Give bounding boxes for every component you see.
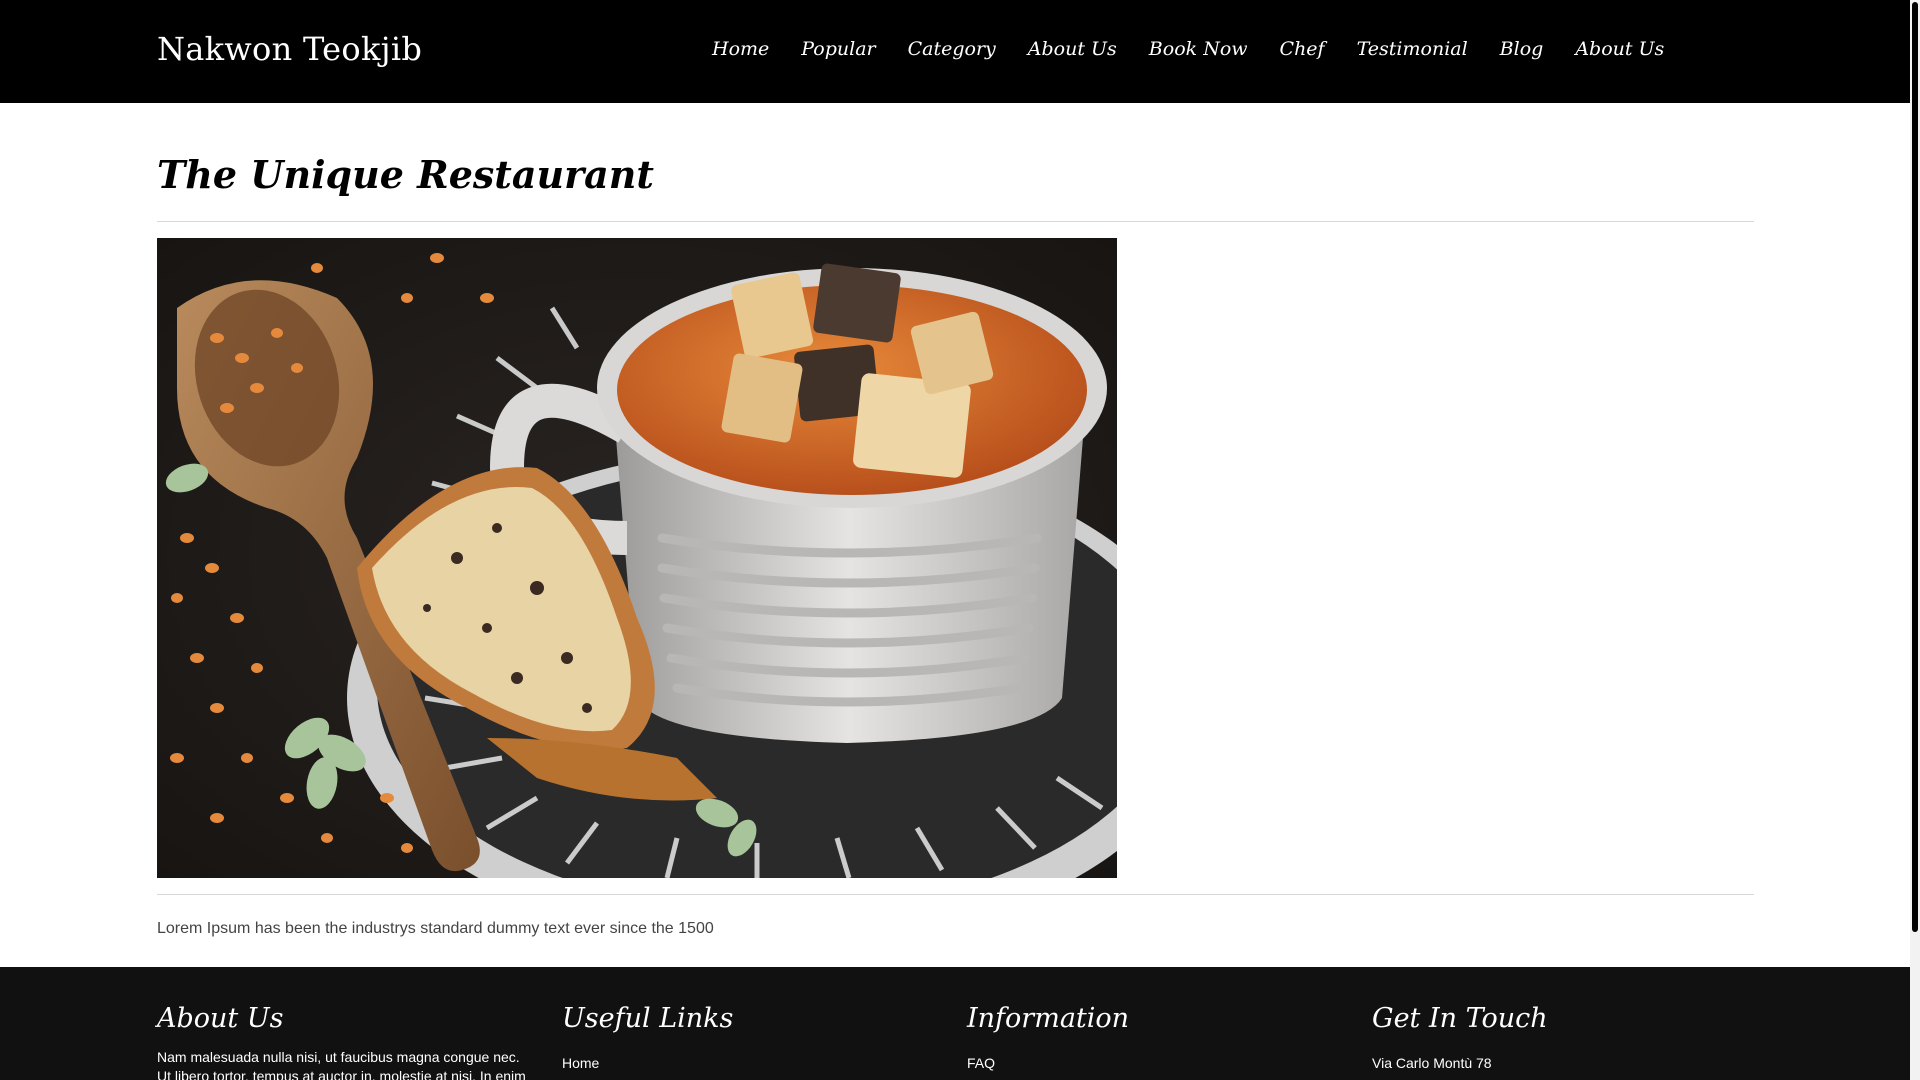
divider: [157, 894, 1754, 895]
footer-contact-title: Get In Touch: [1372, 1003, 1548, 1034]
footer-contact: Get In Touch Via Carlo Montù 78: [1372, 1003, 1752, 1073]
footer-info-title: Information: [967, 1003, 1130, 1034]
nav-category[interactable]: Category: [892, 38, 1012, 60]
nav-home[interactable]: Home: [696, 38, 785, 60]
nav-about-us[interactable]: About Us: [1012, 38, 1133, 60]
nav-about-us-2[interactable]: About Us: [1559, 38, 1680, 60]
footer-about-text: Nam malesuada nulla nisi, ut faucibus ma…: [157, 1049, 526, 1080]
nav-blog[interactable]: Blog: [1484, 38, 1560, 60]
footer-link-faq[interactable]: FAQ: [967, 1054, 1347, 1073]
footer-links-title: Useful Links: [562, 1003, 734, 1034]
scrollbar-thumb[interactable]: [1912, 2, 1918, 932]
footer-about: About Us Nam malesuada nulla nisi, ut fa…: [157, 1003, 537, 1080]
nav-chef[interactable]: Chef: [1264, 38, 1341, 60]
nav-testimonial[interactable]: Testimonial: [1341, 38, 1484, 60]
footer-links: Useful Links Home: [562, 1003, 942, 1073]
hero-image: [157, 238, 1117, 878]
footer-about-title: About Us: [157, 1003, 284, 1034]
nav-book-now[interactable]: Book Now: [1133, 38, 1264, 60]
footer-contact-address: Via Carlo Montù 78: [1372, 1055, 1492, 1071]
page-scrollbar[interactable]: [1910, 0, 1920, 1080]
footer-info: Information FAQ: [967, 1003, 1347, 1073]
nav-popular[interactable]: Popular: [785, 38, 891, 60]
main-nav: Home Popular Category About Us Book Now …: [696, 38, 1680, 60]
page-title: The Unique Restaurant: [157, 152, 654, 197]
description-text: Lorem Ipsum has been the industrys stand…: [157, 920, 714, 937]
brand-logo[interactable]: Nakwon Teokjib: [157, 30, 422, 68]
divider: [157, 221, 1754, 222]
footer-link-home[interactable]: Home: [562, 1054, 942, 1073]
site-header: Nakwon Teokjib Home Popular Category Abo…: [0, 0, 1910, 103]
